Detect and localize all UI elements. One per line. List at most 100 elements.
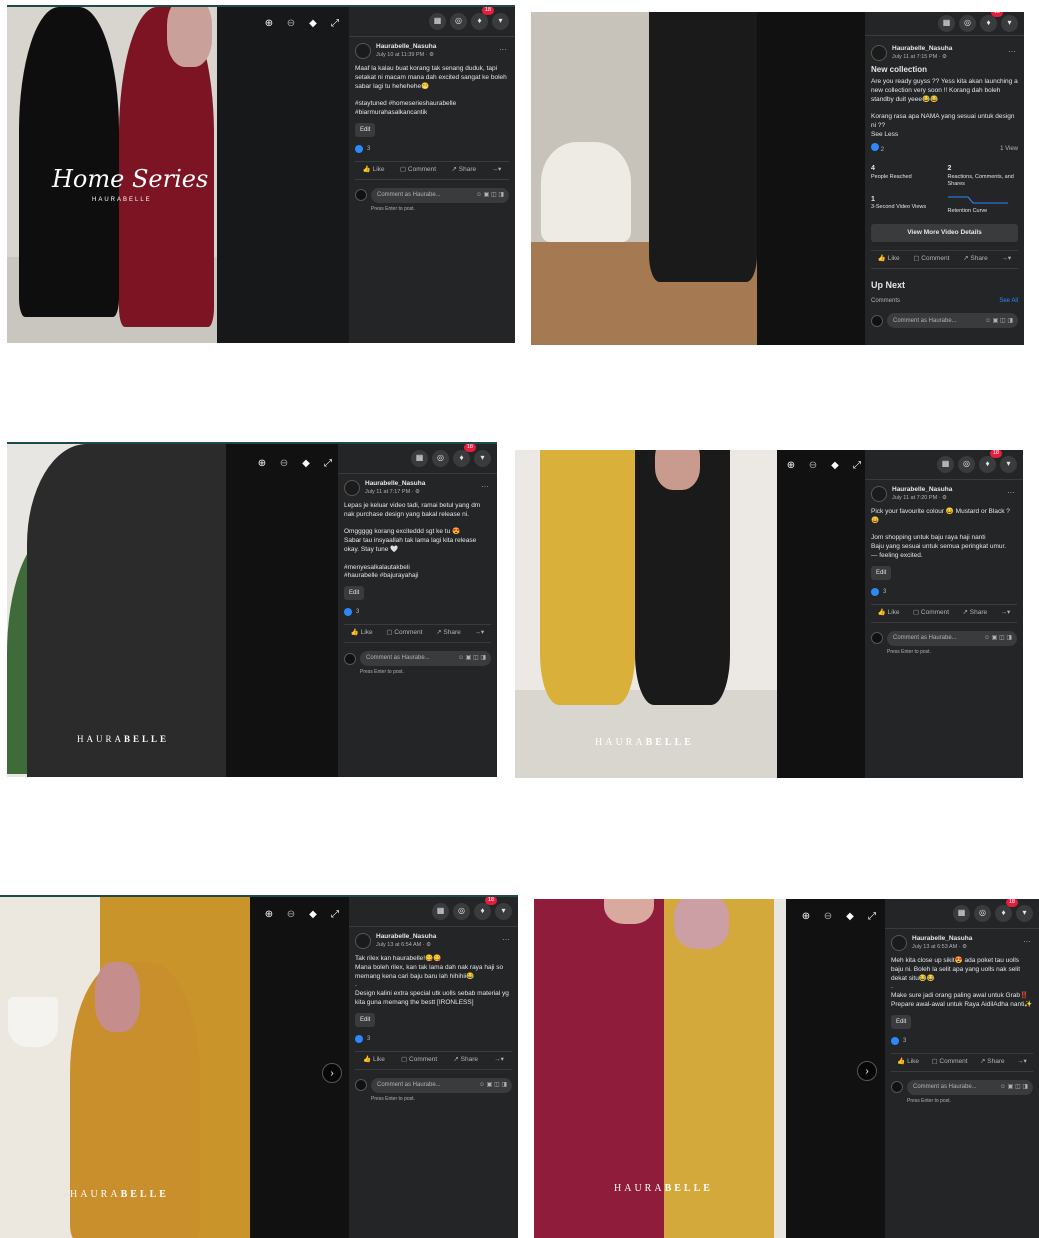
edit-button[interactable]: Edit: [355, 122, 376, 137]
notifications-icon[interactable]: ♦ 18: [980, 12, 1003, 32]
menu-grid-icon[interactable]: ▦: [938, 15, 955, 32]
comment-button[interactable]: ▢ Comment: [913, 609, 949, 618]
fullscreen-icon[interactable]: ⤢: [329, 18, 341, 29]
notifications-icon[interactable]: ♦ 18: [453, 444, 476, 467]
avatar[interactable]: [355, 43, 371, 59]
account-caret-icon[interactable]: ▾: [1016, 905, 1033, 922]
post-date[interactable]: July 13 at 6:54 AM · ⚙: [376, 942, 436, 949]
post-date[interactable]: July 11 at 7:17 PM · ⚙: [365, 489, 425, 496]
menu-grid-icon[interactable]: ▦: [937, 456, 954, 473]
more-options-icon[interactable]: ···: [1007, 488, 1015, 499]
messenger-icon[interactable]: ◎: [974, 905, 991, 922]
comment-button[interactable]: ▢ Comment: [913, 255, 949, 264]
zoom-in-icon[interactable]: ⊕: [256, 458, 268, 469]
share-button[interactable]: ↗ Share: [452, 166, 477, 175]
share-as-icon[interactable]: →▾: [1001, 255, 1011, 264]
messenger-icon[interactable]: ◎: [450, 13, 467, 30]
emoji-icons[interactable]: ☺ ▣ ◫ ◨: [984, 634, 1012, 642]
author-name[interactable]: Haurabelle_Nasuha: [376, 933, 436, 942]
fullscreen-icon[interactable]: ⤢: [851, 460, 863, 471]
edit-button[interactable]: Edit: [344, 586, 365, 601]
notifications-icon[interactable]: ♦ 18: [474, 897, 497, 920]
share-button[interactable]: ↗ Share: [453, 1056, 478, 1065]
tag-icon[interactable]: ◆: [844, 911, 856, 922]
zoom-out-icon[interactable]: ⊖: [822, 911, 834, 922]
author-name[interactable]: Haurabelle_Nasuha: [892, 486, 952, 495]
tag-icon[interactable]: ◆: [307, 909, 319, 920]
account-caret-icon[interactable]: ▾: [492, 13, 509, 30]
fullscreen-icon[interactable]: ⤢: [866, 911, 878, 922]
edit-button[interactable]: Edit: [355, 1012, 376, 1027]
like-button[interactable]: 👍 Like: [897, 1058, 919, 1067]
edit-button[interactable]: Edit: [871, 565, 892, 580]
zoom-in-icon[interactable]: ⊕: [800, 911, 812, 922]
notifications-icon[interactable]: ♦ 18: [995, 899, 1018, 922]
comment-input[interactable]: Comment as Haurabe... ☺ ▣ ◫ ◨: [371, 1077, 512, 1093]
tag-icon[interactable]: ◆: [829, 460, 841, 471]
messenger-icon[interactable]: ◎: [959, 15, 976, 32]
messenger-icon[interactable]: ◎: [432, 450, 449, 467]
comment-button[interactable]: ▢ Comment: [400, 166, 436, 175]
messenger-icon[interactable]: ◎: [453, 903, 470, 920]
notifications-icon[interactable]: ♦ 18: [979, 450, 1002, 473]
comment-button[interactable]: ▢ Comment: [386, 629, 422, 638]
reaction-count[interactable]: 3: [355, 144, 509, 153]
messenger-icon[interactable]: ◎: [958, 456, 975, 473]
comment-input[interactable]: Comment as Haurabe... ☺ ▣ ◫ ◨: [371, 187, 509, 203]
comment-button[interactable]: ▢ Comment: [401, 1056, 437, 1065]
fullscreen-icon[interactable]: ⤢: [329, 909, 341, 920]
like-button[interactable]: 👍 Like: [363, 1056, 385, 1065]
author-name[interactable]: Haurabelle_Nasuha: [365, 480, 425, 489]
notifications-icon[interactable]: ♦ 18: [471, 7, 494, 30]
comment-input[interactable]: Comment as Haurabe... ☺ ▣ ◫ ◨: [907, 1079, 1033, 1095]
avatar[interactable]: [891, 935, 907, 951]
reaction-count[interactable]: 3: [355, 1034, 512, 1043]
share-button[interactable]: ↗ Share: [963, 255, 988, 264]
author-name[interactable]: Haurabelle_Nasuha: [912, 935, 972, 944]
menu-grid-icon[interactable]: ▦: [411, 450, 428, 467]
post-date[interactable]: July 11 at 7:15 PM · ⚙: [892, 54, 952, 61]
like-button[interactable]: 👍 Like: [878, 609, 900, 618]
share-as-icon[interactable]: →▾: [492, 166, 502, 175]
account-caret-icon[interactable]: ▾: [1000, 456, 1017, 473]
emoji-icons[interactable]: ☺ ▣ ◫ ◨: [458, 654, 486, 662]
like-button[interactable]: 👍 Like: [351, 629, 373, 638]
more-options-icon[interactable]: ···: [481, 482, 489, 493]
emoji-icons[interactable]: ☺ ▣ ◫ ◨: [1000, 1083, 1028, 1091]
see-less-link[interactable]: See Less: [871, 131, 1018, 140]
zoom-in-icon[interactable]: ⊕: [263, 18, 275, 29]
share-button[interactable]: ↗ Share: [980, 1058, 1005, 1067]
fullscreen-icon[interactable]: ⤢: [322, 458, 334, 469]
like-button[interactable]: 👍 Like: [363, 166, 385, 175]
post-date[interactable]: July 10 at 11:39 PM · ⚙: [376, 52, 436, 59]
share-as-icon[interactable]: →▾: [1017, 1058, 1027, 1067]
tag-icon[interactable]: ◆: [300, 458, 312, 469]
edit-button[interactable]: Edit: [891, 1014, 912, 1029]
reaction-count[interactable]: 3: [891, 1036, 1033, 1045]
avatar[interactable]: [871, 486, 887, 502]
share-as-icon[interactable]: →▾: [474, 629, 484, 638]
reaction-count[interactable]: 3: [871, 587, 1017, 596]
avatar[interactable]: [871, 45, 887, 61]
avatar[interactable]: [355, 933, 371, 949]
zoom-out-icon[interactable]: ⊖: [285, 18, 297, 29]
share-as-icon[interactable]: →▾: [1001, 609, 1011, 618]
more-options-icon[interactable]: ···: [499, 45, 507, 56]
menu-grid-icon[interactable]: ▦: [953, 905, 970, 922]
zoom-in-icon[interactable]: ⊕: [785, 460, 797, 471]
post-date[interactable]: July 13 at 6:53 AM · ⚙: [912, 944, 972, 951]
zoom-in-icon[interactable]: ⊕: [263, 909, 275, 920]
comment-input[interactable]: Comment as Haurabe... ☺ ▣ ◫ ◨: [887, 630, 1017, 646]
author-name[interactable]: Haurabelle_Nasuha: [892, 45, 952, 54]
account-caret-icon[interactable]: ▾: [1001, 15, 1018, 32]
share-as-icon[interactable]: →▾: [494, 1056, 504, 1065]
zoom-out-icon[interactable]: ⊖: [807, 460, 819, 471]
menu-grid-icon[interactable]: ▦: [429, 13, 446, 30]
next-photo-button[interactable]: ›: [857, 1061, 877, 1081]
see-all-link[interactable]: See All: [999, 297, 1018, 305]
avatar[interactable]: [344, 480, 360, 496]
comment-input[interactable]: Comment as Haurabe... ☺ ▣ ◫ ◨: [360, 651, 491, 667]
next-photo-button[interactable]: ›: [322, 1063, 342, 1083]
more-options-icon[interactable]: ···: [1008, 47, 1016, 58]
reaction-count[interactable]: 3: [344, 608, 491, 617]
